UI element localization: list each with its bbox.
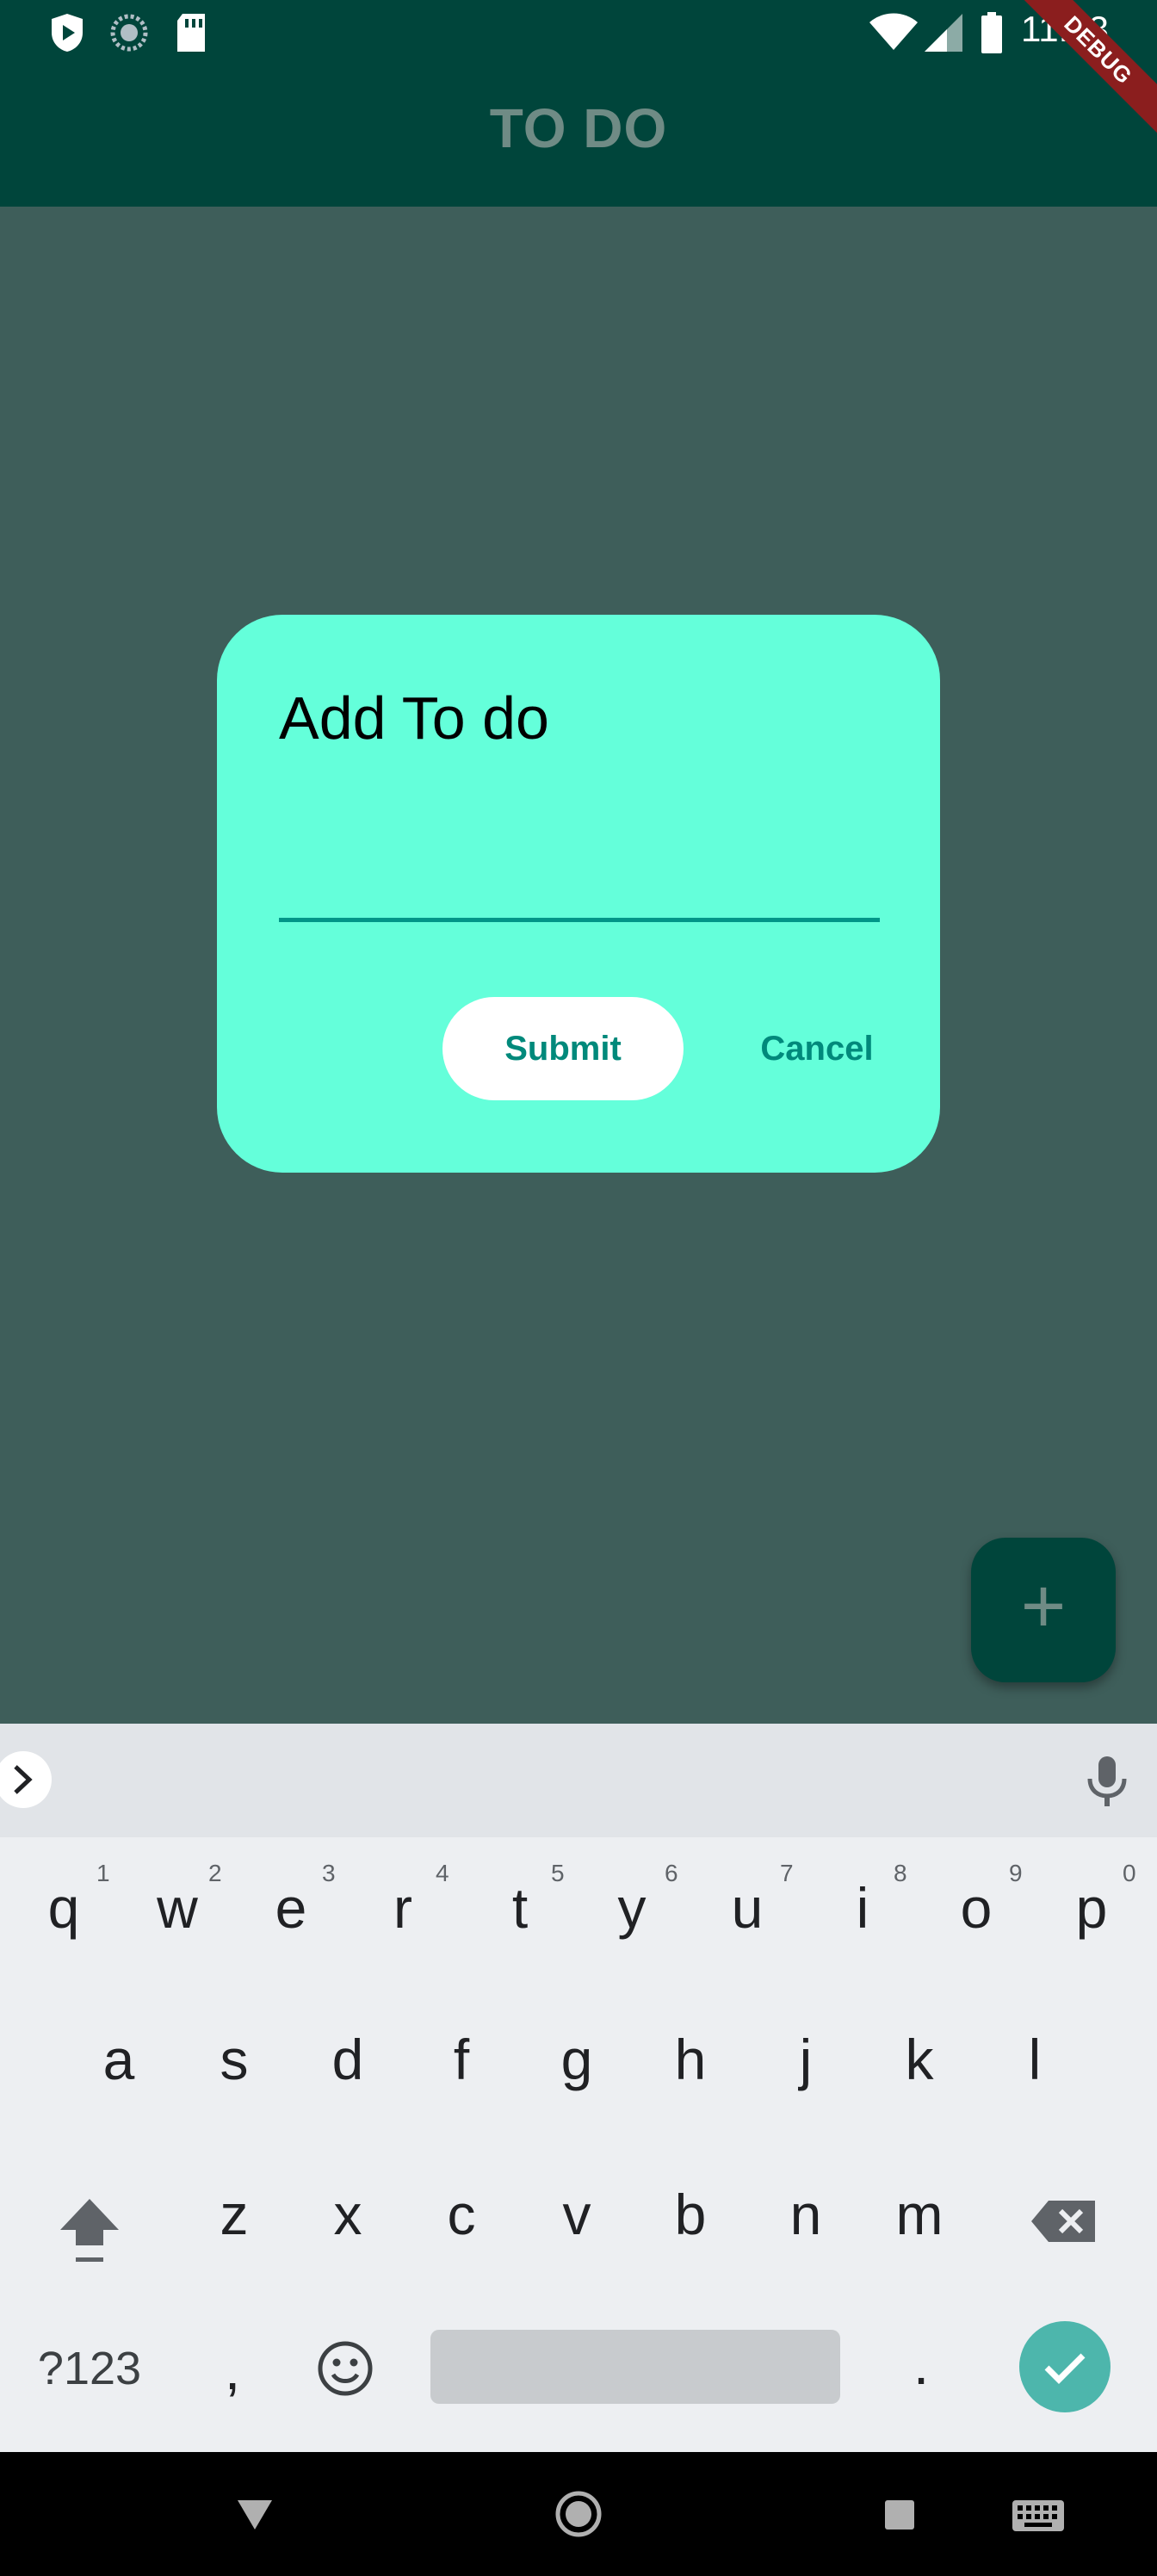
plus-icon: + bbox=[1020, 1564, 1067, 1650]
key-hint-6: 6 bbox=[665, 1860, 678, 1886]
wifi-icon bbox=[869, 13, 918, 50]
home-icon[interactable] bbox=[554, 2490, 603, 2538]
play-shield-icon bbox=[52, 14, 83, 52]
key-hint-8: 8 bbox=[894, 1860, 907, 1886]
key-h[interactable]: h bbox=[656, 2027, 725, 2092]
key-f[interactable]: f bbox=[427, 2027, 496, 2092]
key-p[interactable]: p bbox=[1057, 1875, 1126, 1941]
app-bar: 11:33 TO DO DEBUG bbox=[0, 0, 1157, 207]
key-s[interactable]: s bbox=[200, 2027, 269, 2092]
key-z[interactable]: z bbox=[200, 2182, 269, 2247]
key-y[interactable]: y bbox=[597, 1875, 666, 1941]
key-j[interactable]: j bbox=[771, 2027, 840, 2092]
key-a[interactable]: a bbox=[84, 2027, 153, 2092]
system-nav-bar bbox=[0, 2452, 1157, 2576]
backspace-icon[interactable] bbox=[1030, 2195, 1098, 2247]
key-c[interactable]: c bbox=[427, 2182, 496, 2247]
key-hint-3: 3 bbox=[322, 1860, 336, 1886]
keyboard-toolbar bbox=[0, 1724, 1157, 1837]
period-key[interactable]: . bbox=[895, 2331, 947, 2397]
soft-keyboard: q 1 w 2 e 3 r 4 t 5 y 6 u 7 i 8 o 9 p 0 … bbox=[0, 1724, 1157, 2452]
keyboard-expand-button[interactable] bbox=[0, 1751, 52, 1808]
key-g[interactable]: g bbox=[542, 2027, 611, 2092]
symbols-key[interactable]: ?123 bbox=[31, 2342, 148, 2395]
sd-card-icon bbox=[177, 14, 205, 52]
add-todo-dialog: Add To do Submit Cancel bbox=[217, 615, 940, 1173]
comma-key[interactable]: , bbox=[207, 2337, 258, 2402]
key-hint-9: 9 bbox=[1009, 1860, 1023, 1886]
sync-circle-icon bbox=[110, 14, 148, 52]
cellular-signal-icon bbox=[925, 14, 962, 52]
key-t[interactable]: t bbox=[486, 1875, 554, 1941]
recents-icon[interactable] bbox=[883, 2499, 916, 2531]
key-hint-5: 5 bbox=[551, 1860, 565, 1886]
key-e[interactable]: e bbox=[257, 1875, 325, 1941]
dialog-title: Add To do bbox=[279, 684, 549, 752]
key-x[interactable]: x bbox=[313, 2182, 382, 2247]
key-q[interactable]: q bbox=[29, 1875, 98, 1941]
key-o[interactable]: o bbox=[942, 1875, 1011, 1941]
back-icon[interactable] bbox=[236, 2497, 274, 2531]
add-todo-fab[interactable]: + bbox=[971, 1538, 1116, 1682]
key-n[interactable]: n bbox=[771, 2182, 840, 2247]
key-b[interactable]: b bbox=[656, 2182, 725, 2247]
status-bar: 11:33 bbox=[0, 0, 1157, 62]
key-i[interactable]: i bbox=[828, 1875, 897, 1941]
done-key[interactable] bbox=[1019, 2321, 1111, 2412]
keyboard-switch-icon[interactable] bbox=[1011, 2499, 1066, 2533]
key-k[interactable]: k bbox=[885, 2027, 954, 2092]
emoji-icon[interactable] bbox=[315, 2338, 375, 2399]
key-hint-1: 1 bbox=[96, 1860, 110, 1886]
submit-button[interactable]: Submit bbox=[442, 997, 684, 1100]
key-hint-0: 0 bbox=[1123, 1860, 1136, 1886]
space-key[interactable] bbox=[430, 2330, 840, 2404]
screen: 11:33 TO DO DEBUG + Add To do Submit Can… bbox=[0, 0, 1157, 2576]
check-icon bbox=[1044, 2353, 1086, 2384]
app-title: TO DO bbox=[489, 97, 668, 159]
key-hint-2: 2 bbox=[208, 1860, 222, 1886]
chevron-right-icon bbox=[14, 1765, 33, 1794]
key-v[interactable]: v bbox=[542, 2182, 611, 2247]
key-u[interactable]: u bbox=[713, 1875, 782, 1941]
shift-icon[interactable] bbox=[55, 2194, 124, 2266]
key-hint-4: 4 bbox=[436, 1860, 449, 1886]
cancel-button[interactable]: Cancel bbox=[718, 997, 916, 1100]
key-m[interactable]: m bbox=[885, 2182, 954, 2247]
battery-icon bbox=[981, 12, 1002, 53]
key-hint-7: 7 bbox=[780, 1860, 794, 1886]
key-d[interactable]: d bbox=[313, 2027, 382, 2092]
key-w[interactable]: w bbox=[143, 1875, 212, 1941]
key-l[interactable]: l bbox=[1000, 2027, 1069, 2092]
key-r[interactable]: r bbox=[368, 1875, 437, 1941]
todo-text-field[interactable] bbox=[279, 918, 880, 922]
microphone-icon[interactable] bbox=[1081, 1753, 1133, 1810]
